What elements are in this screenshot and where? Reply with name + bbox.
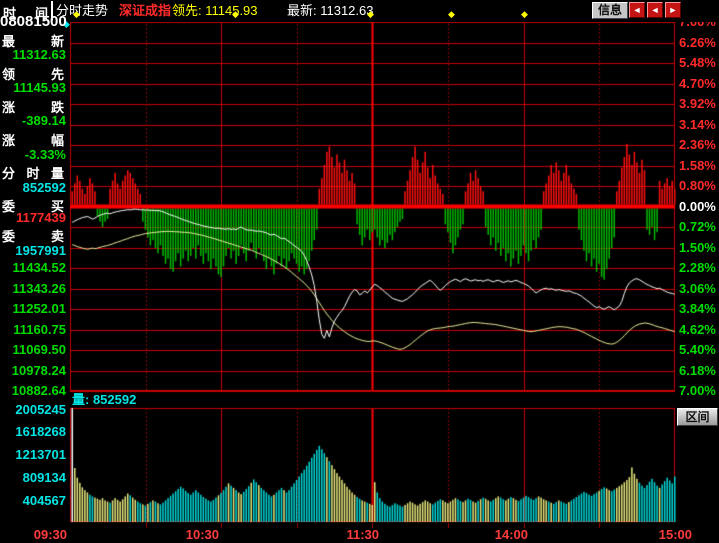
- price-axis-label: 11252.01: [0, 301, 66, 316]
- last-quote: 最新: 11312.63: [287, 3, 373, 19]
- sidebar-value-quote-bid-volume: 1177439: [0, 210, 66, 225]
- pct-axis-label-down: 7.00%: [679, 383, 716, 398]
- pct-axis-label-up: 1.58%: [679, 158, 716, 173]
- time-axis-label: 15:00: [659, 527, 692, 542]
- volume-axis-label: 809134: [0, 470, 66, 485]
- page-forward-icon[interactable]: ►: [665, 2, 681, 18]
- lead-quote: 领先: 11145.93: [172, 3, 258, 19]
- page-back-icon[interactable]: ◄: [629, 2, 645, 18]
- price-axis-label: 11160.75: [0, 322, 66, 337]
- range-button[interactable]: 区间: [677, 408, 718, 426]
- time-axis-label: 10:30: [186, 527, 219, 542]
- price-axis-label: 10978.24: [0, 363, 66, 378]
- pct-axis-label-down: 6.18%: [679, 363, 716, 378]
- title-bar: 时 间 分时走势 深证成指 领先: 11145.93 最新: 11312.63 …: [0, 0, 719, 22]
- time-axis-label: 14:00: [495, 527, 528, 542]
- volume-panel-label: 量: 852592: [72, 392, 136, 408]
- pct-axis-label-zero: 0.00%: [679, 199, 716, 214]
- pct-axis-label-up: 5.48%: [679, 55, 716, 70]
- pct-axis-label-down: 3.84%: [679, 301, 716, 316]
- intraday-chart-screen: { "title_bar": { "time_char_left": "时", …: [0, 0, 719, 543]
- alert-diamond-icon: ◆: [232, 10, 239, 19]
- time-axis-label: 09:30: [34, 527, 67, 542]
- sidebar-value-quote-ask-volume: 1957991: [0, 243, 66, 258]
- info-button[interactable]: 信息: [592, 2, 628, 19]
- sidebar-value-quote-last: 11312.63: [0, 47, 66, 62]
- pct-axis-label-up: 2.36%: [679, 137, 716, 152]
- pct-axis-label-down: 0.72%: [679, 219, 716, 234]
- pct-axis-label-down: 2.28%: [679, 260, 716, 275]
- sidebar-value-quote-lead: 11145.93: [0, 80, 66, 95]
- pct-axis-label-up: 4.70%: [679, 76, 716, 91]
- volume-axis-label: 1213701: [0, 447, 66, 462]
- price-axis-label: 11343.26: [0, 281, 66, 296]
- volume-axis-label: 404567: [0, 493, 66, 508]
- pct-axis-label-up: 3.14%: [679, 117, 716, 132]
- pct-axis-label-down: 1.50%: [679, 240, 716, 255]
- price-axis-label: 10882.64: [0, 383, 66, 398]
- alert-diamond-icon: ◆: [367, 10, 374, 19]
- alert-diamond-icon: ◆: [521, 10, 528, 19]
- alert-diamond-icon: ◆: [73, 10, 80, 19]
- sidebar-value-quote-change-pct: -3.33%: [0, 147, 66, 162]
- price-axis-label: 11069.50: [0, 342, 66, 357]
- pct-axis-label-down: 5.40%: [679, 342, 716, 357]
- pct-axis-label-up: 6.26%: [679, 35, 716, 50]
- alert-diamond-icon: ◆: [448, 10, 455, 19]
- page-previous-icon[interactable]: ◄: [647, 2, 663, 18]
- pct-axis-label-down: 3.06%: [679, 281, 716, 296]
- pct-axis-label-up: 3.92%: [679, 96, 716, 111]
- pct-axis-label-down: 4.62%: [679, 322, 716, 337]
- price-axis-label: 11434.52: [0, 260, 66, 275]
- sidebar-value-quote-change: -389.14: [0, 113, 66, 128]
- session-clock: 08081500: [0, 13, 70, 30]
- time-axis-label: 11:30: [346, 527, 379, 542]
- sidebar-value-quote-minute-volume: 852592: [0, 180, 66, 195]
- volume-axis-label: 1618268: [0, 424, 66, 439]
- intraday-chart-canvas[interactable]: [0, 0, 719, 543]
- volume-axis-label: 2005245: [0, 402, 66, 417]
- index-name: 深证成指: [119, 3, 171, 19]
- pct-axis-label-up: 0.80%: [679, 178, 716, 193]
